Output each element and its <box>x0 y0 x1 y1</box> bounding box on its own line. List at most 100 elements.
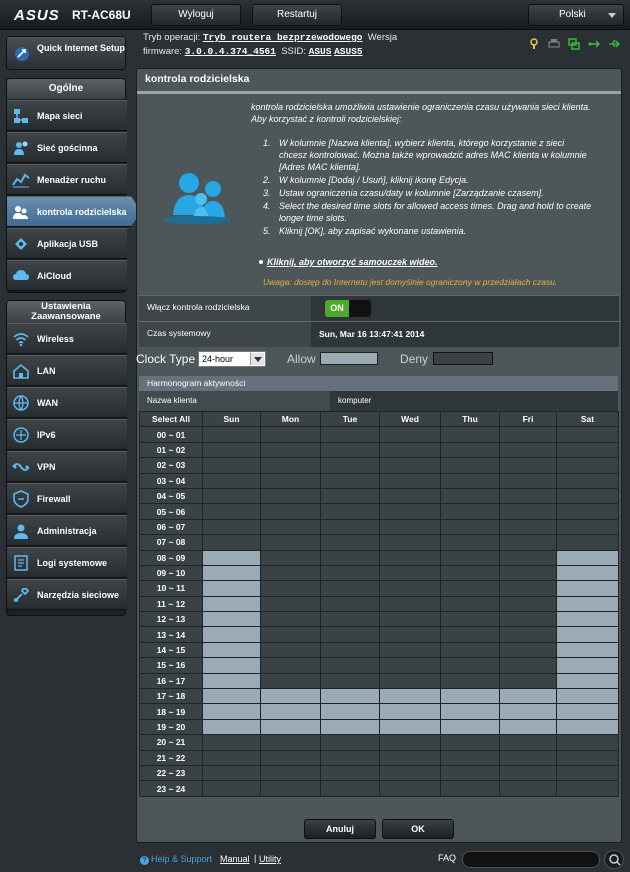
hour-label[interactable]: 08 ~ 09 <box>139 549 203 566</box>
time-slot-mon-3[interactable] <box>260 472 321 489</box>
time-slot-sat-16[interactable] <box>556 672 619 690</box>
hour-label[interactable]: 06 ~ 07 <box>139 518 203 536</box>
time-slot-fri-8[interactable] <box>499 549 557 566</box>
sidebar-item-lan[interactable]: LAN <box>7 355 127 386</box>
sidebar-item-aplikacja-usb[interactable]: Aplikacja USB <box>7 228 127 259</box>
sidebar-item-vpn[interactable]: VPN <box>7 451 127 482</box>
time-slot-tue-21[interactable] <box>320 749 380 766</box>
time-slot-sun-13[interactable] <box>202 626 261 643</box>
hour-label[interactable]: 15 ~ 16 <box>139 657 203 674</box>
time-slot-thu-14[interactable] <box>440 641 500 659</box>
time-slot-fri-12[interactable] <box>499 611 557 628</box>
time-slot-sun-10[interactable] <box>202 580 261 597</box>
time-slot-wed-17[interactable] <box>379 688 441 705</box>
firmware-link[interactable]: 3.0.0.4.374_4561 <box>185 46 276 57</box>
cancel-button[interactable]: Anuluj <box>304 819 376 839</box>
time-slot-thu-5[interactable] <box>440 503 500 520</box>
time-slot-tue-9[interactable] <box>320 564 380 582</box>
time-slot-fri-6[interactable] <box>499 518 557 536</box>
time-slot-thu-10[interactable] <box>440 580 500 597</box>
time-slot-sat-12[interactable] <box>556 611 619 628</box>
time-slot-mon-1[interactable] <box>260 441 321 459</box>
time-slot-thu-22[interactable] <box>440 764 500 782</box>
time-slot-tue-13[interactable] <box>320 626 380 643</box>
time-slot-thu-21[interactable] <box>440 749 500 766</box>
time-slot-wed-23[interactable] <box>379 780 441 797</box>
time-slot-sun-9[interactable] <box>202 564 261 582</box>
time-slot-sun-12[interactable] <box>202 611 261 628</box>
time-slot-fri-9[interactable] <box>499 564 557 582</box>
hour-label[interactable]: 03 ~ 04 <box>139 472 203 489</box>
hour-label[interactable]: 18 ~ 19 <box>139 703 203 720</box>
time-slot-mon-2[interactable] <box>260 457 321 474</box>
time-slot-mon-22[interactable] <box>260 764 321 782</box>
time-slot-thu-12[interactable] <box>440 611 500 628</box>
ssid-5ghz[interactable]: ASUS5 <box>334 46 363 57</box>
time-slot-fri-18[interactable] <box>499 703 557 720</box>
time-slot-sat-9[interactable] <box>556 564 619 582</box>
time-slot-mon-21[interactable] <box>260 749 321 766</box>
time-slot-wed-9[interactable] <box>379 564 441 582</box>
time-slot-sun-14[interactable] <box>202 641 261 659</box>
time-slot-mon-0[interactable] <box>260 426 321 443</box>
time-slot-mon-4[interactable] <box>260 487 321 505</box>
time-slot-fri-4[interactable] <box>499 487 557 505</box>
operation-mode-link[interactable]: Tryb routera bezprzewodowego <box>203 32 363 43</box>
time-slot-fri-21[interactable] <box>499 749 557 766</box>
day-header-sat[interactable]: Sat <box>556 410 619 428</box>
time-slot-sat-10[interactable] <box>556 580 619 597</box>
time-slot-sat-17[interactable] <box>556 688 619 705</box>
sidebar-item-administracja[interactable]: Administracja <box>7 515 127 546</box>
time-slot-tue-10[interactable] <box>320 580 380 597</box>
time-slot-sat-23[interactable] <box>556 780 619 797</box>
time-slot-fri-22[interactable] <box>499 764 557 782</box>
time-slot-sat-2[interactable] <box>556 457 619 474</box>
time-slot-sun-2[interactable] <box>202 457 261 474</box>
time-slot-wed-21[interactable] <box>379 749 441 766</box>
help-support-link[interactable]: ? Help & Support <box>140 854 212 865</box>
sidebar-item-mapa-sieci[interactable]: Mapa sieci <box>7 100 127 131</box>
time-slot-sat-5[interactable] <box>556 503 619 520</box>
hour-label[interactable]: 02 ~ 03 <box>139 457 203 474</box>
time-slot-tue-18[interactable] <box>320 703 380 720</box>
language-select[interactable]: Polski <box>528 4 624 26</box>
time-slot-thu-8[interactable] <box>440 549 500 566</box>
time-slot-thu-15[interactable] <box>440 657 500 674</box>
time-slot-mon-17[interactable] <box>260 688 321 705</box>
time-slot-fri-15[interactable] <box>499 657 557 674</box>
time-slot-wed-11[interactable] <box>379 595 441 613</box>
hour-label[interactable]: 07 ~ 08 <box>139 534 203 551</box>
day-header-wed[interactable]: Wed <box>379 410 441 428</box>
time-slot-thu-13[interactable] <box>440 626 500 643</box>
time-slot-wed-0[interactable] <box>379 426 441 443</box>
utility-link[interactable]: Utility <box>259 854 281 864</box>
time-slot-sat-19[interactable] <box>556 718 619 736</box>
time-slot-sat-6[interactable] <box>556 518 619 536</box>
restart-button[interactable]: Restartuj <box>252 4 342 26</box>
time-slot-wed-13[interactable] <box>379 626 441 643</box>
time-slot-tue-16[interactable] <box>320 672 380 690</box>
time-slot-mon-6[interactable] <box>260 518 321 536</box>
sidebar-item-siec-goscinna[interactable]: Sieć gościnna <box>7 132 127 163</box>
time-slot-wed-3[interactable] <box>379 472 441 489</box>
time-slot-sun-20[interactable] <box>202 734 261 751</box>
time-slot-sun-4[interactable] <box>202 487 261 505</box>
time-slot-thu-1[interactable] <box>440 441 500 459</box>
help-label[interactable]: Help & Support <box>151 854 212 864</box>
time-slot-wed-22[interactable] <box>379 764 441 782</box>
time-slot-mon-11[interactable] <box>260 595 321 613</box>
hour-label[interactable]: 04 ~ 05 <box>139 487 203 505</box>
hour-label[interactable]: 20 ~ 21 <box>139 734 203 751</box>
time-slot-sun-23[interactable] <box>202 780 261 797</box>
time-slot-wed-19[interactable] <box>379 718 441 736</box>
time-slot-fri-20[interactable] <box>499 734 557 751</box>
day-header-sun[interactable]: Sun <box>202 410 261 428</box>
time-slot-tue-2[interactable] <box>320 457 380 474</box>
sidebar-item-narzedzia-sieciowe[interactable]: Narzędzia sieciowe <box>7 579 127 610</box>
time-slot-sat-18[interactable] <box>556 703 619 720</box>
logout-button[interactable]: Wyloguj <box>151 4 241 26</box>
time-slot-tue-6[interactable] <box>320 518 380 536</box>
time-slot-wed-15[interactable] <box>379 657 441 674</box>
printer-icon[interactable] <box>548 38 560 50</box>
time-slot-sat-1[interactable] <box>556 441 619 459</box>
